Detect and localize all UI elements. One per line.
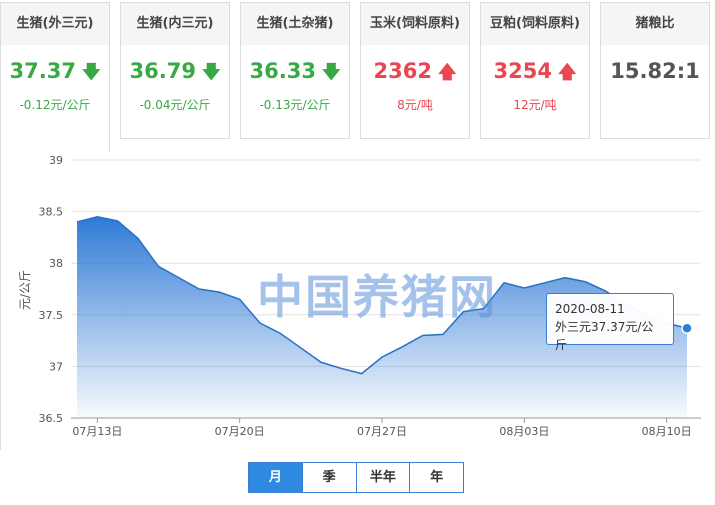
card-price: 3254 🡅 [481,59,589,90]
y-axis: 39 38.5 38 37.5 37 36.5 [39,154,64,425]
data-point-highlight[interactable] [681,322,693,334]
range-halfyear-button[interactable]: 半年 [356,463,411,492]
card-title: 玉米(饲料原料) [361,3,469,45]
arrow-down-icon: 🡇 [81,62,101,83]
card-title: 生猪(内三元) [121,3,229,45]
card-pig-grain-ratio[interactable]: 猪粮比 15.82:1 [600,2,710,139]
tooltip-value: 外三元37.37元/公斤 [555,320,654,352]
x-axis: 07月13日 07月20日 07月27日 08月03日 08月10日 [72,418,692,438]
chart-tooltip: 2020-08-11 外三元37.37元/公斤 [546,293,674,352]
arrow-down-icon: 🡇 [201,62,221,83]
x-tick-label: 07月13日 [72,425,122,438]
card-soybean-meal[interactable]: 豆粕(饲料原料) 3254 🡅 12元/吨 [480,2,590,139]
y-tick-label: 38.5 [39,206,64,219]
card-change: -0.13元/公斤 [259,98,331,112]
watermark: 中国养猪网 [257,270,497,324]
card-price: 15.82:1 [610,59,700,83]
arrow-down-icon: 🡇 [321,62,341,83]
card-price: 36.33 🡇 [241,59,349,90]
card-price: 2362 🡅 [361,59,469,90]
x-tick-label: 08月10日 [642,425,692,438]
card-change: -0.04元/公斤 [139,98,211,112]
y-axis-label: 元/公斤 [18,270,32,310]
tooltip-date: 2020-08-11 [555,302,625,316]
card-title: 豆粕(饲料原料) [481,3,589,45]
card-change: 8元/吨 [397,98,433,112]
range-month-button[interactable]: 月 [249,463,303,492]
card-price: 37.37 🡇 [1,59,109,90]
card-pig-neisanyuan[interactable]: 生猪(内三元) 36.79 🡇 -0.04元/公斤 [120,2,230,139]
card-pig-waisanyuan[interactable]: 生猪(外三元) 37.37 🡇 -0.12元/公斤 [0,2,110,152]
card-change: 12元/吨 [513,98,557,112]
y-tick-label: 37.5 [39,309,64,322]
card-price: 36.79 🡇 [121,59,229,90]
card-title: 生猪(外三元) [1,3,109,45]
card-title: 猪粮比 [601,3,709,45]
arrow-up-icon: 🡅 [557,62,577,83]
range-year-button[interactable]: 年 [410,463,463,492]
y-tick-label: 39 [49,154,63,167]
price-cards: 生猪(外三元) 37.37 🡇 -0.12元/公斤 生猪(内三元) 36.79 🡇 … [0,0,715,152]
card-pig-tuzazhu[interactable]: 生猪(土杂猪) 36.33 🡇 -0.13元/公斤 [240,2,350,139]
y-tick-label: 37 [49,360,63,373]
card-corn[interactable]: 玉米(饲料原料) 2362 🡅 8元/吨 [360,2,470,139]
y-tick-label: 36.5 [39,412,64,425]
arrow-up-icon: 🡅 [437,62,457,83]
x-tick-label: 07月20日 [215,425,265,438]
x-tick-label: 08月03日 [499,425,549,438]
x-tick-label: 07月27日 [357,425,407,438]
range-quarter-button[interactable]: 季 [302,463,357,492]
card-change: -0.12元/公斤 [19,98,91,112]
range-selector: 月 季 半年 年 [248,462,464,493]
card-title: 生猪(土杂猪) [241,3,349,45]
y-tick-label: 38 [49,257,63,270]
